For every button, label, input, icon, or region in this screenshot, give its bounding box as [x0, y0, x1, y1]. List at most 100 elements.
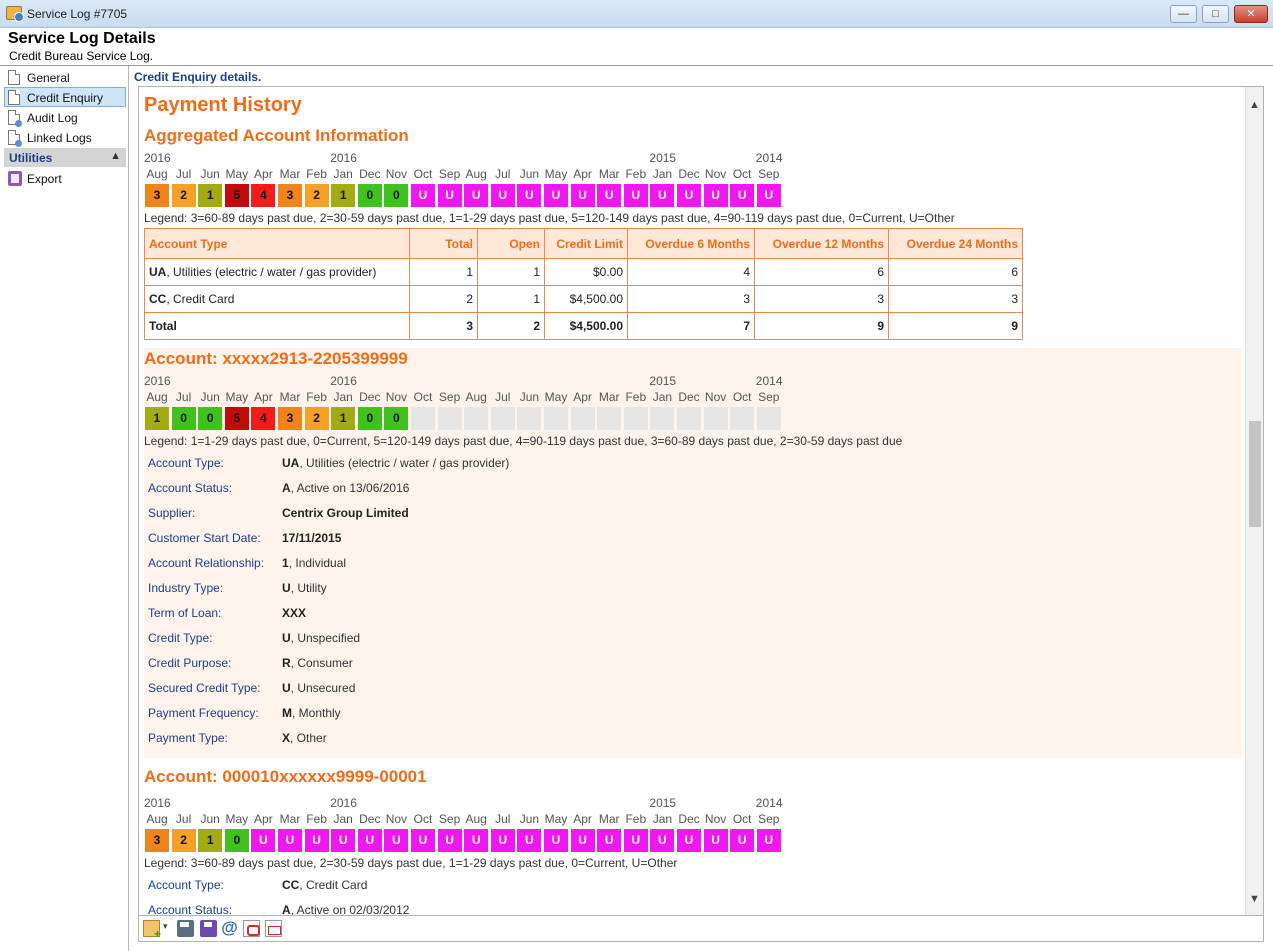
history-month-label: Jun: [519, 812, 540, 826]
history-status-cell: U: [623, 829, 648, 852]
payment-history-grid: 2016 2016 2015 2014 Aug Jul Jun May Apr Mar Feb Jan…: [144, 794, 784, 854]
pdf-email-icon[interactable]: [265, 920, 282, 937]
detail-value: M, Monthly: [282, 706, 341, 720]
table-total-row: Total 3 2 $4,500.00 7 9 9: [144, 312, 1023, 340]
detail-code: A: [282, 481, 291, 495]
sidebar-item-linked-logs[interactable]: Linked Logs: [4, 127, 126, 147]
detail-value: Centrix Group Limited: [282, 506, 409, 520]
history-status-cell: 1: [145, 407, 169, 430]
history-month-label: Aug: [146, 390, 168, 404]
credit-limit-cell: $4,500.00: [544, 285, 628, 313]
payment-history-grid: 2016 2016 2015 2014 Aug Jul Jun May Apr Mar Feb Jan…: [144, 149, 784, 209]
history-month-label: Apr: [573, 812, 592, 826]
detail-key: Credit Type:: [148, 631, 213, 645]
open-cell: 1: [477, 285, 545, 313]
document-search-icon: [8, 110, 22, 127]
detail-value: CC, Credit Card: [282, 878, 367, 892]
history-month-label: Jan: [652, 167, 673, 181]
sidebar-group-utilities[interactable]: Utilities ▲: [4, 148, 126, 167]
history-status-cell: 0: [357, 407, 382, 430]
history-month-label: Apr: [573, 390, 592, 404]
scroll-down-icon[interactable]: ▼: [1249, 893, 1260, 905]
print-icon[interactable]: [177, 920, 194, 937]
history-month-label: Mar: [279, 167, 301, 181]
detail-code: R: [282, 656, 291, 670]
history-month-label: Feb: [306, 812, 327, 826]
chevron-up-icon[interactable]: ▲: [110, 150, 121, 162]
total-cell: 2: [409, 285, 478, 313]
aggregated-title: Aggregated Account Information: [144, 126, 409, 145]
history-month-label: Jun: [519, 167, 540, 181]
detail-desc: , Individual: [288, 556, 347, 570]
sidebar-item-label: Credit Enquiry: [27, 91, 104, 105]
history-month-label: Aug: [465, 390, 487, 404]
total-cell: 3: [409, 312, 478, 340]
email-icon[interactable]: @: [221, 919, 238, 937]
document-icon: [8, 90, 20, 105]
history-status-cell: 1: [198, 829, 223, 852]
history-status-cell: [677, 407, 701, 430]
scrollbar-thumb[interactable]: [1249, 421, 1261, 527]
page-header: Service Log Details Credit Bureau Servic…: [0, 28, 1273, 66]
new-item-icon[interactable]: [143, 920, 161, 941]
pdf-icon[interactable]: [243, 920, 260, 937]
history-year-label: 2016: [330, 374, 357, 388]
detail-key: Credit Purpose:: [148, 656, 232, 670]
account-details: Account Type: CC, Credit Card Account Stat…: [144, 874, 1242, 916]
history-month-label: May: [544, 812, 568, 826]
vertical-scrollbar[interactable]: ▲ ▼: [1245, 87, 1263, 915]
sidebar-item-audit-log[interactable]: Audit Log: [4, 107, 126, 127]
history-month-label: Oct: [732, 167, 752, 181]
history-month-label: Mar: [598, 390, 620, 404]
dropdown-arrow-icon[interactable]: ▾: [163, 921, 168, 932]
history-month-label: Sep: [438, 812, 461, 826]
overdue-12-cell: 3: [754, 285, 889, 313]
history-month-label: Jul: [175, 167, 192, 181]
history-month-label: Oct: [732, 812, 752, 826]
scroll-up-icon[interactable]: ▲: [1249, 99, 1260, 111]
history-year-label: 2016: [144, 796, 171, 810]
report-viewer[interactable]: Payment History Aggregated Account Infor…: [138, 86, 1264, 916]
table-header-row: Account Type Total Open Credit Limit Ove…: [144, 228, 1023, 259]
detail-row: Payment Type: X, Other: [144, 727, 1242, 752]
history-month-label: Sep: [758, 812, 780, 826]
detail-code: XXX: [282, 606, 307, 620]
sidebar-group-label: Utilities: [9, 151, 53, 165]
history-month-label: Jan: [333, 812, 353, 826]
detail-desc: , Active on 02/03/2012: [290, 903, 410, 916]
history-month-label: Jan: [333, 167, 353, 181]
detail-desc: , Consumer: [290, 656, 353, 670]
column-header: Overdue 24 Months: [888, 228, 1023, 259]
detail-value: U, Unsecured: [282, 681, 355, 695]
history-status-cell: U: [730, 829, 755, 852]
minimize-button[interactable]: —: [1170, 5, 1197, 23]
account-type-cell: UA, Utilities (electric / water / gas pr…: [144, 258, 410, 286]
sidebar-item-general[interactable]: General: [4, 67, 126, 87]
close-button[interactable]: ✕: [1234, 5, 1268, 23]
history-month-label: Feb: [625, 167, 647, 181]
history-status-cell: U: [756, 829, 781, 852]
history-status-cell: U: [437, 184, 462, 207]
detail-row: Credit Type: U, Unspecified: [144, 627, 1242, 652]
history-status-cell: [703, 407, 728, 430]
history-status-cell: 4: [251, 184, 276, 207]
history-month-label: Feb: [625, 390, 647, 404]
payment-history-grid: 2016 2016 2015 2014 Aug Jul Jun May Apr Mar Feb Jan…: [144, 372, 784, 432]
sidebar-item-export[interactable]: Export: [4, 168, 126, 188]
history-month-label: Jun: [200, 390, 220, 404]
save-icon[interactable]: [200, 920, 217, 937]
history-year-label: 2016: [330, 796, 357, 810]
maximize-button[interactable]: □: [1202, 5, 1229, 23]
detail-value: 1, Individual: [282, 556, 346, 570]
sidebar-item-credit-enquiry[interactable]: Credit Enquiry: [4, 87, 126, 107]
column-header: Open: [477, 228, 545, 259]
detail-row: Customer Start Date: 17/11/2015: [144, 527, 1242, 552]
detail-code: A: [282, 903, 291, 916]
history-status-cell: [490, 407, 515, 430]
account-section: Account: xxxxx2913-2205399999 2016 2016 20…: [144, 348, 1242, 758]
detail-value: A, Active on 02/03/2012: [282, 903, 410, 916]
history-month-label: Jun: [200, 812, 220, 826]
history-status-cell: U: [650, 829, 675, 852]
history-status-cell: U: [464, 184, 489, 207]
sidebar-item-label: Export: [27, 172, 62, 186]
